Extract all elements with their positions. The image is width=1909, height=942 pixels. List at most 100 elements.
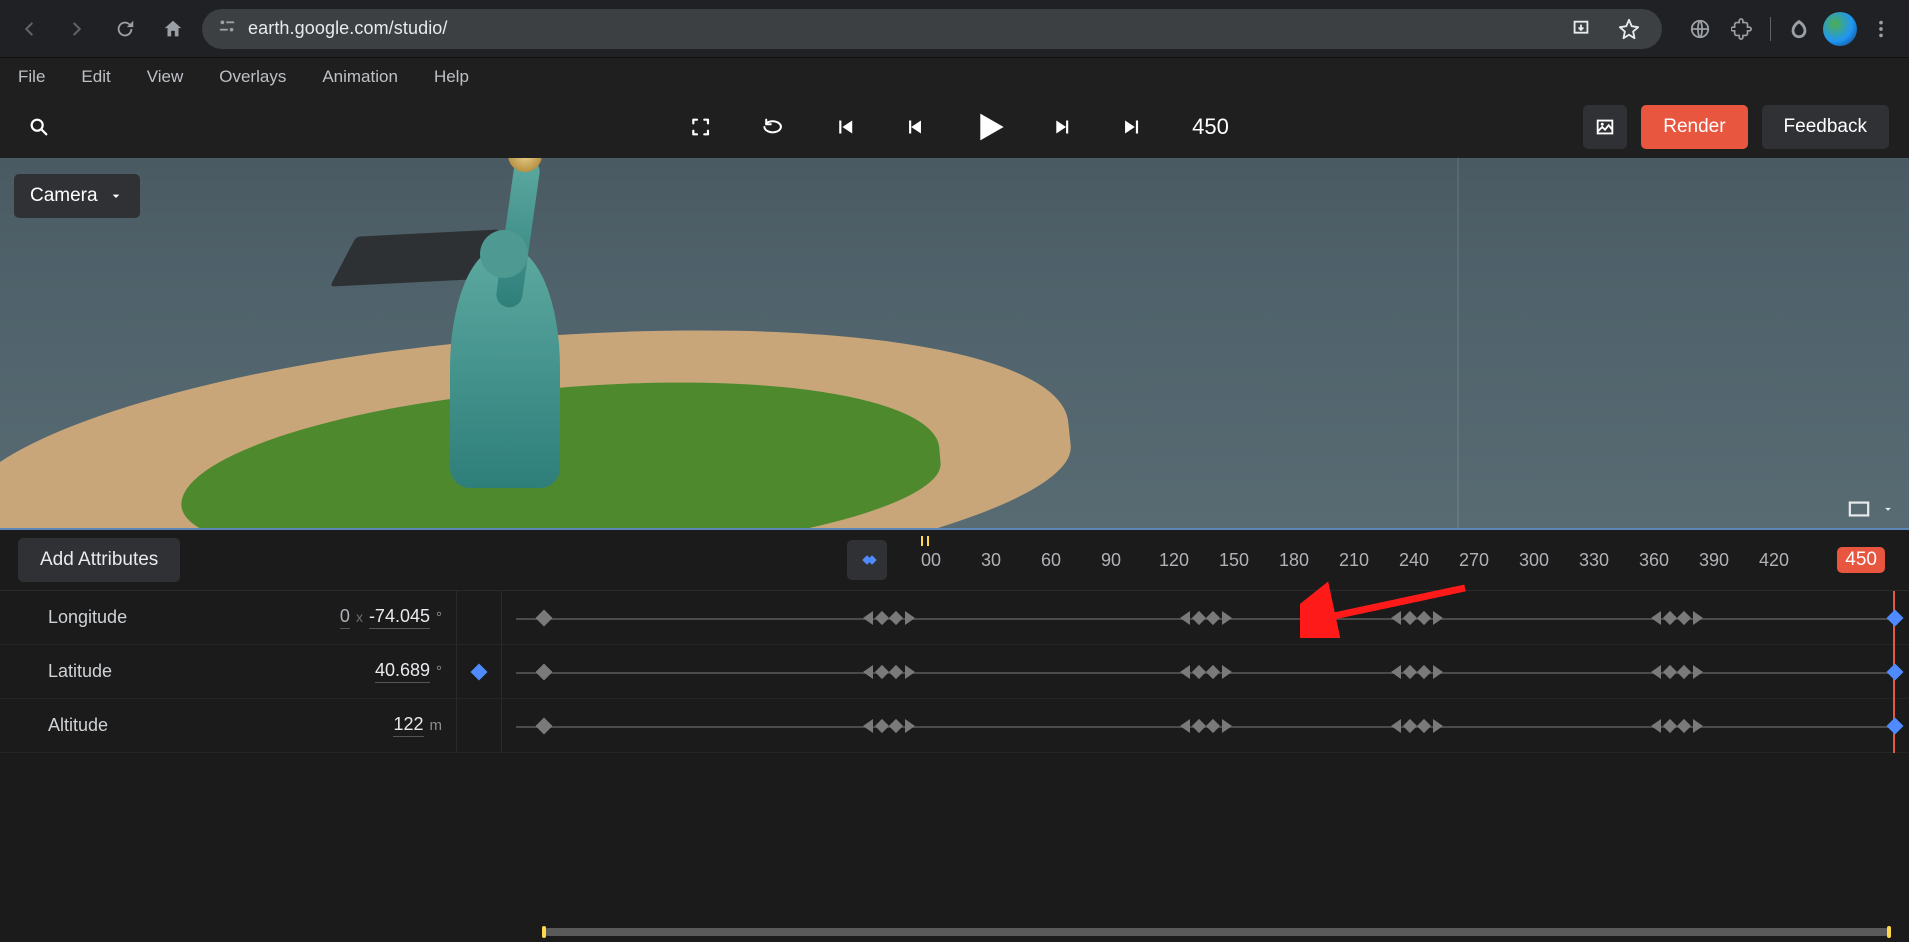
ruler-tick[interactable]: 90	[1099, 550, 1123, 571]
search-button[interactable]	[20, 108, 58, 146]
loop-button[interactable]	[752, 107, 792, 147]
ruler-tick[interactable]: 30	[979, 550, 1003, 571]
menu-view[interactable]: View	[147, 67, 184, 87]
ruler-tick[interactable]: 240	[1399, 550, 1423, 571]
attribute-value[interactable]: 122	[393, 714, 423, 737]
attribute-cell: Altitude122m	[0, 714, 456, 737]
keyframe-pair[interactable]	[863, 665, 915, 679]
ruler-tick[interactable]: 120	[1159, 550, 1183, 571]
chevron-down-icon	[1881, 502, 1895, 516]
keyframe-pair[interactable]	[1180, 611, 1232, 625]
attribute-prefix[interactable]: 0	[340, 606, 350, 629]
keyframe-pair[interactable]	[1180, 665, 1232, 679]
app-menubar: File Edit View Overlays Animation Help	[0, 58, 1909, 96]
keyframe-pair[interactable]	[863, 611, 915, 625]
bookmark-icon[interactable]	[1610, 10, 1648, 48]
separator	[1770, 17, 1771, 41]
menu-edit[interactable]: Edit	[81, 67, 110, 87]
scrollbar-thumb[interactable]	[544, 928, 1889, 936]
keyframe-pair[interactable]	[1651, 665, 1703, 679]
keyframe-toggle[interactable]	[456, 699, 502, 752]
attribute-unit: °	[436, 609, 442, 626]
ruler-tick[interactable]: 300	[1519, 550, 1543, 571]
home-button[interactable]	[154, 10, 192, 48]
keyframe-pair[interactable]	[863, 719, 915, 733]
keyframe-pair[interactable]	[1651, 719, 1703, 733]
attribute-value[interactable]: 40.689	[375, 660, 430, 683]
scene-statue	[430, 158, 580, 488]
ruler-tick[interactable]: 360	[1639, 550, 1663, 571]
keyframe[interactable]	[536, 609, 553, 626]
site-settings-icon[interactable]	[216, 15, 238, 42]
keyframe[interactable]	[1886, 717, 1903, 734]
ruler-tick[interactable]: 150	[1219, 550, 1243, 571]
ruler-tick[interactable]: 390	[1699, 550, 1723, 571]
keyframe-track[interactable]	[502, 645, 1909, 698]
ruler-tick[interactable]: 180	[1279, 550, 1303, 571]
playhead-frame-badge[interactable]: 450	[1837, 547, 1885, 573]
fullscreen-button[interactable]	[680, 107, 720, 147]
go-to-start-button[interactable]	[824, 107, 864, 147]
keyframe-track[interactable]	[502, 699, 1909, 752]
render-button[interactable]: Render	[1641, 105, 1747, 149]
keyframe[interactable]	[536, 717, 553, 734]
add-attributes-button[interactable]: Add Attributes	[18, 538, 180, 582]
chrome-menu-icon[interactable]	[1863, 11, 1899, 47]
timeline-scrollbar[interactable]	[544, 928, 1889, 936]
work-area-start-handle[interactable]	[542, 926, 546, 938]
menu-animation[interactable]: Animation	[322, 67, 398, 87]
multiply-icon: x	[356, 609, 363, 625]
keyframe-track[interactable]	[502, 591, 1909, 644]
omnibox[interactable]: earth.google.com/studio/	[202, 9, 1662, 49]
keyframe-pair[interactable]	[1651, 611, 1703, 625]
keyframe-toggle[interactable]	[456, 645, 502, 698]
menu-overlays[interactable]: Overlays	[219, 67, 286, 87]
go-to-end-button[interactable]	[1112, 107, 1152, 147]
ruler-tick[interactable]: 60	[1039, 550, 1063, 571]
keyframe-pair[interactable]	[1391, 719, 1443, 733]
install-app-icon[interactable]	[1562, 10, 1600, 48]
menu-help[interactable]: Help	[434, 67, 469, 87]
snapshot-button[interactable]	[1583, 105, 1627, 149]
extensions-icon[interactable]	[1724, 11, 1760, 47]
url-text: earth.google.com/studio/	[248, 18, 1552, 39]
ruler-tick[interactable]: 330	[1579, 550, 1603, 571]
keyframe-toggle[interactable]	[456, 591, 502, 644]
timeline-ruler[interactable]: 00 30 60 90 120 150 180 210 240 270 300 330 360 390 42…	[911, 550, 1891, 571]
master-keyframe-button[interactable]	[847, 540, 887, 580]
current-frame[interactable]: 450	[1192, 114, 1229, 140]
menu-file[interactable]: File	[18, 67, 45, 87]
aspect-ratio-dropdown[interactable]	[1845, 498, 1895, 520]
forward-button[interactable]	[58, 10, 96, 48]
camera-dropdown-label: Camera	[30, 185, 98, 207]
timeline-row: Altitude122m	[0, 699, 1909, 753]
keyframe[interactable]	[1886, 663, 1903, 680]
attribute-label: Longitude	[48, 607, 127, 628]
step-back-button[interactable]	[896, 107, 936, 147]
reload-button[interactable]	[106, 10, 144, 48]
step-forward-button[interactable]	[1040, 107, 1080, 147]
ruler-tick[interactable]: 210	[1339, 550, 1363, 571]
ruler-tick[interactable]: 270	[1459, 550, 1483, 571]
play-button[interactable]	[968, 107, 1008, 147]
keyframe[interactable]	[536, 663, 553, 680]
timeline-tracks: Longitude0x-74.045°Latitude40.689°Altitu…	[0, 590, 1909, 753]
keyframe-pair[interactable]	[1180, 719, 1232, 733]
ruler-tick[interactable]: 00	[919, 550, 943, 571]
keyframe[interactable]	[1886, 609, 1903, 626]
back-button[interactable]	[10, 10, 48, 48]
attribute-unit: °	[436, 663, 442, 680]
profile-avatar[interactable]	[1823, 12, 1857, 46]
attribute-unit: m	[430, 717, 443, 734]
keyframe-pair[interactable]	[1391, 665, 1443, 679]
feedback-button[interactable]: Feedback	[1762, 105, 1889, 149]
attribute-value[interactable]: -74.045	[369, 606, 430, 629]
keyframe-pair[interactable]	[1391, 611, 1443, 625]
ruler-tick[interactable]: 420	[1759, 550, 1783, 571]
work-area-end-handle[interactable]	[1887, 926, 1891, 938]
globe-icon[interactable]	[1682, 11, 1718, 47]
leaf-icon[interactable]	[1781, 11, 1817, 47]
camera-dropdown[interactable]: Camera	[14, 174, 140, 218]
scene-viewport[interactable]: Camera	[0, 158, 1909, 530]
chevron-down-icon	[108, 188, 124, 204]
